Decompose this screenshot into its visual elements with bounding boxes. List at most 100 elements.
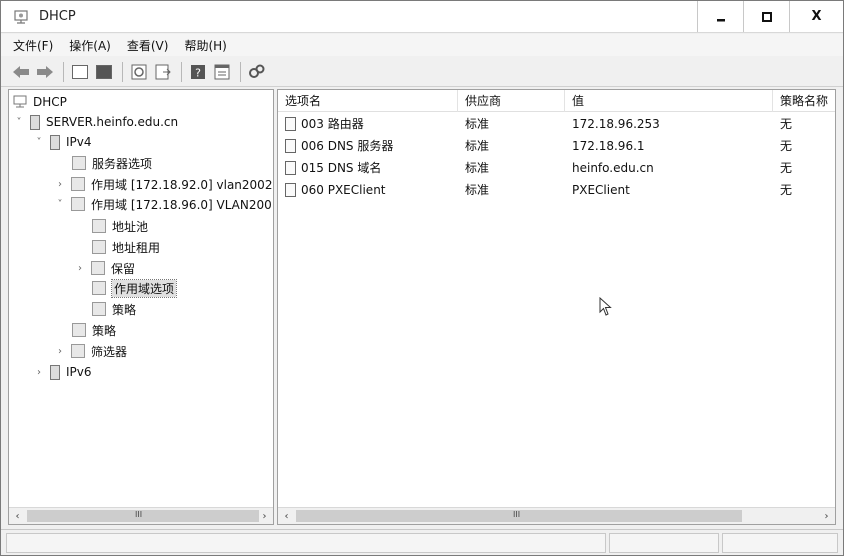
expanded-chevron-icon[interactable]: ˅: [33, 137, 45, 148]
status-segment: [609, 533, 719, 553]
collapsed-chevron-icon[interactable]: ›: [54, 179, 66, 190]
tree-node-server[interactable]: ˅ SERVER.heinfo.edu.cn: [13, 112, 178, 132]
help-icon: ?: [191, 64, 205, 79]
menu-help[interactable]: 帮助(H): [184, 37, 226, 54]
status-segment: [722, 533, 838, 553]
properties-button[interactable]: [211, 61, 233, 83]
collapsed-chevron-icon[interactable]: ›: [33, 367, 45, 378]
menu-bar: 文件(F) 操作(A) 查看(V) 帮助(H): [1, 34, 843, 56]
policy-icon: [72, 323, 86, 337]
server-options-icon: [72, 156, 86, 170]
back-arrow-icon: [13, 65, 29, 78]
address-pool-icon: [92, 219, 106, 233]
list-horizontal-scrollbar[interactable]: ‹ III ›: [278, 507, 835, 524]
tree-node-address-leases[interactable]: 地址租用: [92, 237, 160, 257]
cell-value: 172.18.96.253: [572, 117, 660, 131]
menu-file[interactable]: 文件(F): [13, 37, 53, 54]
svg-text:?: ?: [195, 66, 201, 79]
toolbar-separator: [181, 61, 182, 82]
scrollbar-thumb[interactable]: [27, 510, 259, 522]
toolbar-separator: [63, 61, 64, 82]
reservation-icon: [91, 261, 105, 275]
help-button[interactable]: ?: [187, 61, 209, 83]
cell-value: 172.18.96.1: [572, 139, 645, 153]
expanded-chevron-icon[interactable]: ˅: [54, 199, 66, 210]
cell-vendor: 标准: [465, 117, 490, 131]
column-header-policy-name[interactable]: 策略名称: [773, 90, 835, 112]
scroll-right-arrow-icon[interactable]: ›: [818, 508, 835, 524]
manage-servers-icon: [249, 64, 265, 78]
column-header-vendor[interactable]: 供应商: [458, 90, 565, 112]
minimize-button[interactable]: [697, 1, 743, 32]
up-folder-icon: [72, 64, 88, 79]
up-level-button[interactable]: [69, 61, 91, 83]
cell-vendor: 标准: [465, 161, 490, 175]
forward-arrow-icon: [37, 65, 53, 78]
collapsed-chevron-icon[interactable]: ›: [74, 263, 86, 274]
forward-button[interactable]: [34, 61, 56, 83]
window-title: DHCP: [39, 9, 76, 24]
title-bar: DHCP X: [1, 1, 843, 33]
tree-node-server-options[interactable]: 服务器选项: [72, 153, 152, 173]
policy-icon: [92, 302, 106, 316]
mouse-cursor-icon: [599, 297, 612, 316]
tree-node-policies[interactable]: 策略: [72, 320, 116, 340]
tree-node-dhcp[interactable]: DHCP: [13, 92, 67, 112]
status-segment: [6, 533, 606, 553]
tree-node-reservations[interactable]: › 保留: [74, 258, 135, 278]
filter-icon: [71, 344, 85, 358]
option-icon: [285, 117, 296, 131]
folder-icon: [71, 177, 85, 191]
tree-node-scope-policies[interactable]: 策略: [92, 299, 136, 319]
column-header-value[interactable]: 值: [565, 90, 773, 112]
tree-node-scope-options[interactable]: 作用域选项: [92, 278, 178, 298]
scroll-left-arrow-icon[interactable]: ‹: [278, 508, 295, 524]
cell-policy: 无: [780, 161, 793, 175]
status-bar: [1, 529, 843, 555]
cell-policy: 无: [780, 183, 793, 197]
refresh-icon: [131, 64, 147, 79]
table-row[interactable]: 006 DNS 服务器 标准 172.18.96.1 无: [278, 135, 835, 157]
tree-node-scope-96[interactable]: ˅ 作用域 [172.18.96.0] VLAN200: [54, 194, 272, 214]
toolbar-separator: [122, 61, 123, 82]
minimize-icon: [716, 18, 725, 21]
dhcp-window: DHCP X 文件(F) 操作(A) 查看(V) 帮助(H) ? DHCP ˅ …: [0, 0, 844, 556]
tree-node-filters[interactable]: › 筛选器: [54, 341, 127, 361]
tree-node-ipv4[interactable]: ˅ IPv4: [33, 132, 92, 152]
cell-value: heinfo.edu.cn: [572, 161, 654, 175]
collapsed-chevron-icon[interactable]: ›: [54, 346, 66, 357]
show-hide-tree-button[interactable]: [93, 61, 115, 83]
scroll-right-arrow-icon[interactable]: ›: [256, 508, 273, 524]
cell-value: PXEClient: [572, 183, 630, 197]
tree-node-ipv6[interactable]: › IPv6: [33, 362, 92, 382]
tree-node-scope-92[interactable]: › 作用域 [172.18.92.0] vlan2002: [54, 174, 272, 194]
close-icon: X: [811, 9, 822, 24]
console-tree-icon: [96, 64, 112, 79]
maximize-button[interactable]: [743, 1, 789, 32]
column-header-option-name[interactable]: 选项名: [278, 90, 458, 112]
menu-action[interactable]: 操作(A): [69, 37, 111, 54]
export-list-button[interactable]: [152, 61, 174, 83]
refresh-button[interactable]: [128, 61, 150, 83]
table-row[interactable]: 060 PXEClient 标准 PXEClient 无: [278, 179, 835, 201]
tree-horizontal-scrollbar[interactable]: ‹ III ›: [9, 507, 273, 524]
table-row[interactable]: 003 路由器 标准 172.18.96.253 无: [278, 113, 835, 135]
console-tree[interactable]: DHCP ˅ SERVER.heinfo.edu.cn ˅ IPv4 服务器选项…: [8, 89, 274, 525]
authorize-button[interactable]: [246, 61, 268, 83]
table-row[interactable]: 015 DNS 域名 标准 heinfo.edu.cn 无: [278, 157, 835, 179]
cell-option-name: 003 路由器: [278, 113, 364, 135]
expanded-chevron-icon[interactable]: ˅: [13, 117, 25, 128]
maximize-icon: [761, 11, 772, 22]
cell-policy: 无: [780, 117, 793, 131]
dhcp-app-icon: [14, 10, 28, 24]
menu-view[interactable]: 查看(V): [127, 37, 169, 54]
details-pane[interactable]: 选项名 供应商 值 策略名称 003 路由器 标准 172.18.96.253 …: [277, 89, 836, 525]
toolbar-separator: [240, 61, 241, 82]
dhcp-icon: [13, 95, 27, 108]
tree-node-address-pool[interactable]: 地址池: [92, 216, 148, 236]
close-button[interactable]: X: [789, 1, 843, 32]
back-button[interactable]: [10, 61, 32, 83]
scroll-left-arrow-icon[interactable]: ‹: [9, 508, 26, 524]
folder-icon: [71, 197, 85, 211]
scrollbar-grip: III: [135, 510, 143, 519]
